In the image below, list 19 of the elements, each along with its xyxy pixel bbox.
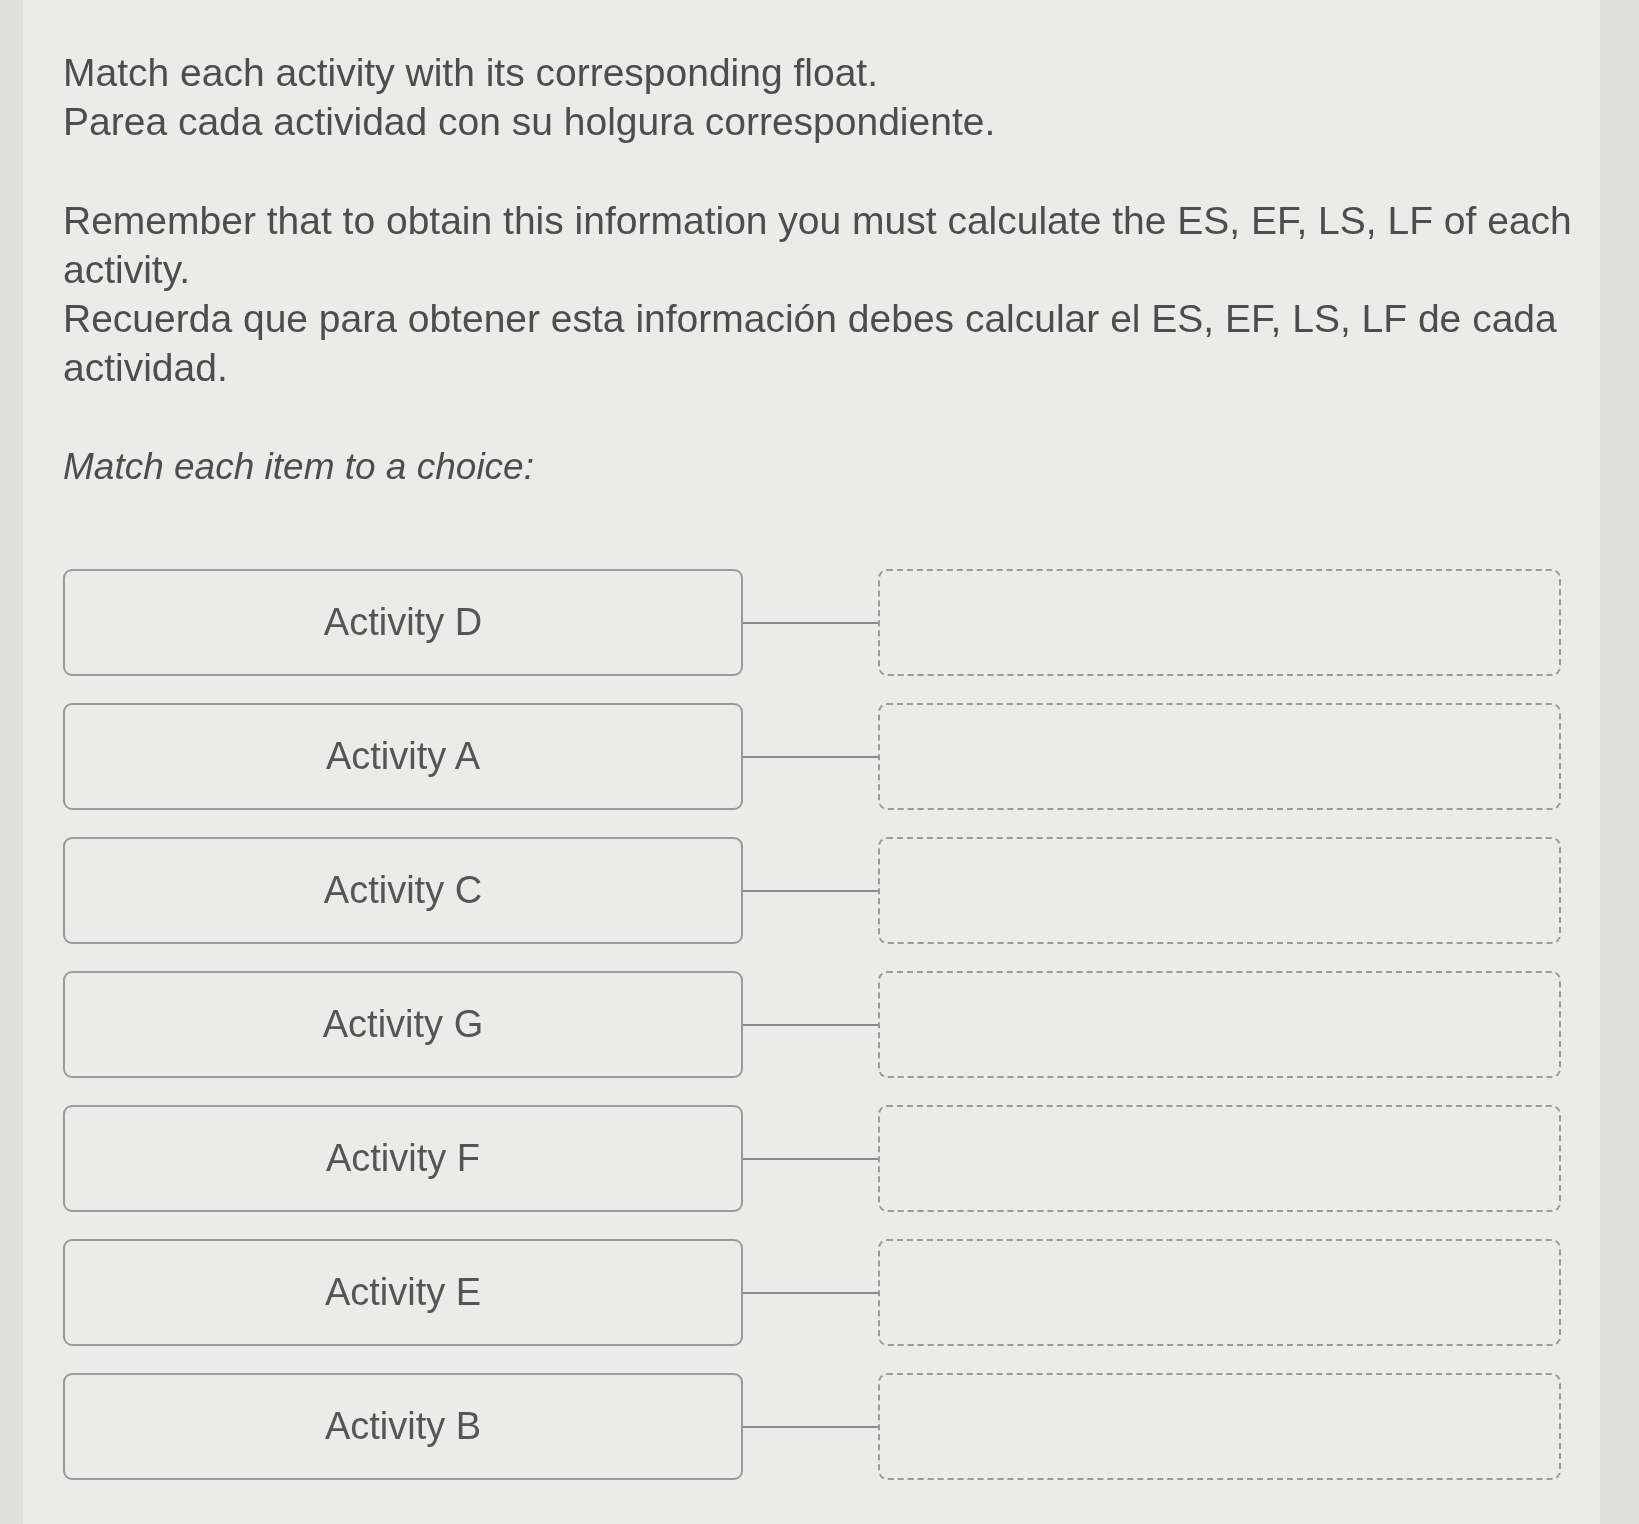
activity-card[interactable]: Activity F [63,1105,743,1212]
instruction-text: Remember that to obtain this information you must calculate the ES, EF, LS, LF of each activity. [63,198,1573,293]
activity-card[interactable]: Activity D [63,569,743,676]
drop-zone[interactable] [878,1373,1561,1480]
instruction-text: Recuerda que para obtener esta información debes calcular el ES, EF, LS, LF de cada actividad. [63,296,1558,391]
instruction-text: Match each activity with its corresponding float. [63,50,880,96]
activity-card[interactable]: Activity G [63,971,743,1078]
drop-zone[interactable] [878,971,1561,1078]
activity-card[interactable]: Activity A [63,703,743,810]
activity-card[interactable]: Activity E [63,1239,743,1346]
activity-card[interactable]: Activity B [63,1373,743,1480]
drop-zone[interactable] [878,569,1561,676]
activity-card[interactable]: Activity C [63,837,743,944]
prompt-text: Match each item to a choice: [63,445,534,489]
instruction-text: Parea cada actividad con su holgura correspondiente. [63,99,997,145]
drop-zone[interactable] [878,703,1561,810]
drop-zone[interactable] [878,837,1561,944]
drop-zone[interactable] [878,1105,1561,1212]
drop-zone[interactable] [878,1239,1561,1346]
